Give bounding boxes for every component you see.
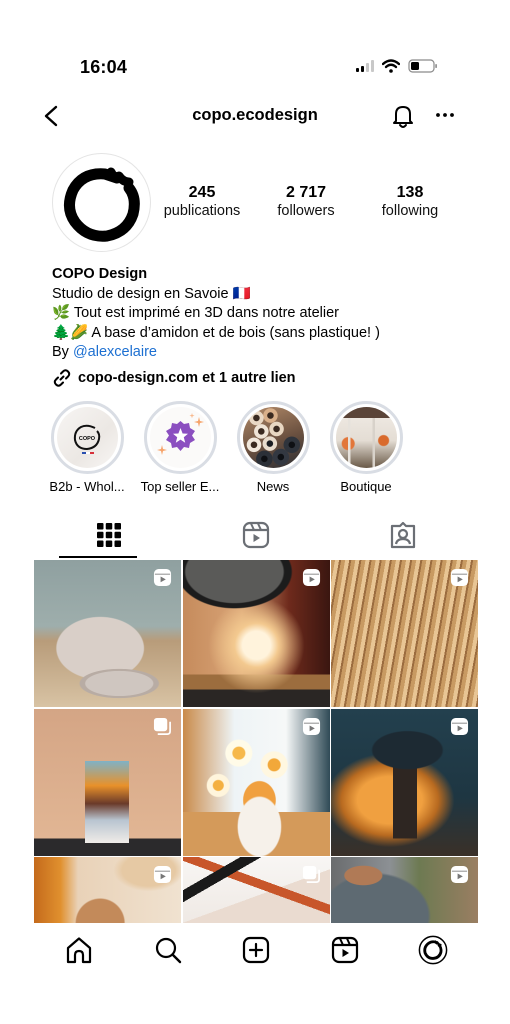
reel-icon bbox=[153, 568, 172, 587]
external-link[interactable]: copo-design.com et 1 autre lien bbox=[52, 368, 296, 388]
stat-value: 138 bbox=[396, 184, 424, 201]
tab-reels[interactable] bbox=[182, 512, 329, 558]
bio-byline: By @alexcelaire bbox=[52, 343, 472, 363]
stat-publications[interactable]: 245 publications bbox=[160, 183, 244, 220]
stat-label: publications bbox=[163, 203, 241, 219]
stat-label: followers bbox=[277, 203, 335, 219]
grid-post[interactable] bbox=[331, 857, 478, 923]
star-badge-cover bbox=[149, 407, 211, 468]
copo-logo-icon bbox=[64, 167, 140, 242]
grid-post[interactable] bbox=[34, 708, 181, 856]
by-prefix: By bbox=[52, 344, 73, 361]
bio-line: Studio de design en Savoie 🇫🇷 bbox=[52, 285, 251, 302]
grid-post[interactable] bbox=[331, 560, 478, 707]
status-bar: 16:04 bbox=[0, 55, 510, 83]
nav-profile[interactable] bbox=[418, 935, 448, 965]
wifi-icon bbox=[382, 59, 400, 73]
posts-grid bbox=[34, 560, 478, 923]
reels-icon bbox=[242, 521, 269, 549]
grid-post[interactable] bbox=[34, 857, 181, 923]
highlight-label: Top seller E... bbox=[140, 479, 220, 494]
grid-post[interactable] bbox=[182, 708, 330, 856]
copo-logo-cover: COPO bbox=[56, 407, 118, 468]
grid-icon bbox=[96, 523, 121, 547]
reel-icon bbox=[450, 568, 469, 587]
display-name: COPO Design bbox=[52, 266, 148, 282]
highlight-news[interactable]: News bbox=[228, 401, 318, 494]
stat-label: following bbox=[381, 203, 439, 219]
nav-home[interactable] bbox=[64, 935, 94, 965]
more-options-button[interactable] bbox=[434, 104, 456, 126]
highlight-top-seller[interactable]: Top seller E... bbox=[135, 401, 225, 494]
reels-icon bbox=[331, 936, 359, 964]
reel-icon bbox=[450, 865, 469, 884]
tab-tagged[interactable] bbox=[329, 512, 476, 558]
highlight-ring bbox=[143, 401, 217, 474]
grid-post[interactable] bbox=[34, 560, 181, 707]
bio-line: 🌲🌽 A base d’amidon et de bois (sans plas… bbox=[52, 324, 380, 341]
battery-icon bbox=[408, 59, 437, 73]
tab-posts[interactable] bbox=[35, 512, 182, 558]
reel-icon bbox=[302, 717, 320, 735]
status-icons bbox=[356, 59, 438, 73]
home-icon bbox=[66, 937, 92, 964]
profile-avatar-icon bbox=[418, 935, 448, 965]
stat-value: 245 bbox=[188, 184, 216, 201]
spools-photo bbox=[242, 407, 304, 468]
reel-icon bbox=[450, 717, 469, 735]
highlight-label: Boutique bbox=[340, 479, 392, 494]
nav-create[interactable] bbox=[241, 935, 271, 965]
highlight-label: B2b - Whol... bbox=[49, 479, 125, 494]
reel-icon bbox=[302, 568, 320, 587]
grid-post[interactable] bbox=[182, 560, 330, 707]
grid-post[interactable] bbox=[331, 708, 478, 856]
story-highlights: COPO B2b - Whol... Top seller E... News … bbox=[40, 401, 460, 501]
shop-front-photo bbox=[335, 407, 397, 468]
nav-search[interactable] bbox=[153, 935, 183, 965]
profile-avatar[interactable] bbox=[52, 153, 151, 252]
link-icon bbox=[53, 369, 71, 387]
highlight-boutique[interactable]: Boutique bbox=[321, 401, 411, 494]
notifications-button[interactable] bbox=[390, 102, 416, 130]
status-time: 16:04 bbox=[80, 57, 128, 77]
profile-header: copo.ecodesign bbox=[0, 96, 510, 136]
profile-bio: COPO Design Studio de design en Savoie 🇫… bbox=[52, 265, 472, 363]
carousel-icon bbox=[302, 865, 320, 883]
mention-link[interactable]: @alexcelaire bbox=[73, 344, 157, 360]
bottom-navigation bbox=[35, 925, 477, 975]
link-text: copo-design.com et 1 autre lien bbox=[78, 370, 296, 386]
nav-reels[interactable] bbox=[330, 935, 360, 965]
highlight-ring bbox=[329, 401, 403, 474]
reel-icon bbox=[153, 865, 172, 884]
search-icon bbox=[155, 937, 182, 964]
highlight-ring: COPO bbox=[50, 401, 124, 474]
more-horizontal-icon bbox=[436, 113, 454, 117]
svg-text:COPO: COPO bbox=[78, 436, 95, 442]
stat-followers[interactable]: 2 717 followers bbox=[268, 183, 344, 220]
stat-following[interactable]: 138 following bbox=[374, 183, 446, 220]
highlight-label: News bbox=[256, 479, 290, 494]
active-tab-indicator bbox=[59, 556, 137, 558]
highlight-b2b[interactable]: COPO B2b - Whol... bbox=[42, 401, 132, 494]
bell-icon bbox=[393, 106, 413, 128]
bio-line: 🌿 Tout est imprimé en 3D dans notre atel… bbox=[52, 305, 339, 322]
plus-square-icon bbox=[242, 936, 270, 964]
carousel-icon bbox=[153, 717, 171, 735]
tagged-user-icon bbox=[390, 521, 415, 549]
highlight-ring bbox=[236, 401, 310, 474]
grid-post[interactable] bbox=[182, 857, 330, 923]
profile-tabs bbox=[35, 512, 477, 558]
cellular-signal-icon bbox=[356, 60, 374, 72]
stat-value: 2 717 bbox=[285, 184, 327, 201]
